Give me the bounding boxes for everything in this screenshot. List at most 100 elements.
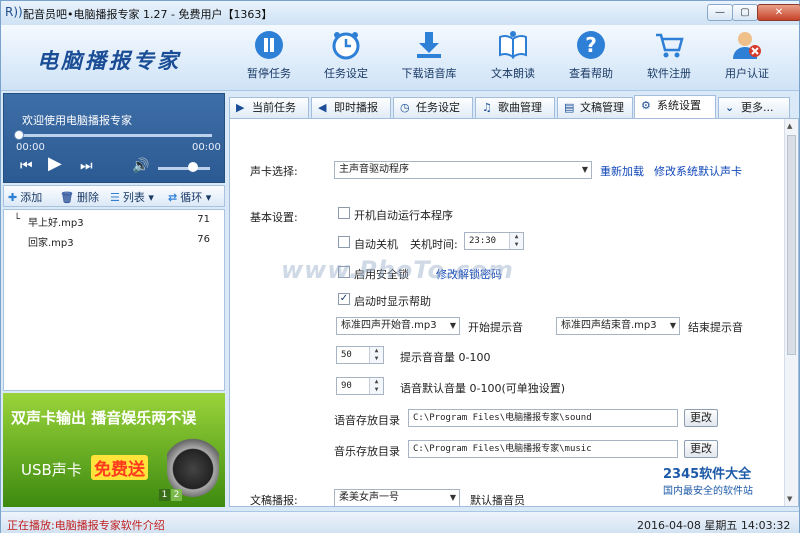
register-button[interactable]: 软件注册 — [637, 29, 701, 87]
show-help-checkbox[interactable]: ✓ — [338, 293, 350, 305]
playlist-toolbar: ✚ 添加 🗑 删除 ☰ 列表 ▾ ⇄ 循环 ▾ — [3, 185, 225, 207]
volume-icon[interactable]: 🔊 — [132, 158, 149, 174]
scrollbar-thumb[interactable] — [787, 135, 796, 355]
chevron-down-icon: ▼ — [449, 493, 456, 502]
music-icon: ♫ — [482, 101, 492, 114]
list-icon: ☰ — [110, 191, 120, 204]
download-voice-button[interactable]: 下载语音库 — [397, 29, 461, 87]
end-sound-label: 结束提示音 — [688, 321, 743, 334]
tab-bar: ▶ 当前任务 ◀ 即时播报 ◷ 任务设定 ♫ 歌曲管理 ▤ 文稿管理 ⚙ 系统设置 ⌄ 更多.… — [227, 95, 799, 119]
status-bar: 正在播放:电脑播报专家软件介绍 2016-04-08 星期五 14:03:32 — [1, 511, 799, 533]
volume-track[interactable] — [158, 167, 210, 170]
volume-spinner[interactable]: ▲ ▼ — [369, 378, 383, 394]
document-icon: ▤ — [564, 101, 575, 114]
play-icon[interactable]: ▶ — [48, 155, 62, 173]
chevron-down-icon: ⌄ — [725, 101, 735, 114]
voice-dir-input[interactable]: C:\Program Files\电脑播报专家\sound — [408, 409, 678, 427]
time-elapsed: 00:00 — [16, 142, 45, 153]
shutdown-time-label: 关机时间: — [410, 238, 458, 251]
playlist-item[interactable]: └ 早上好.mp3 71 — [8, 212, 218, 230]
register-label: 软件注册 — [647, 67, 691, 80]
pause-icon — [255, 31, 283, 59]
ad-headline: 双声卡输出 播音娱乐两不误 — [11, 409, 197, 427]
view-help-label: 查看帮助 — [569, 67, 613, 80]
playlist-item-name: 早上好.mp3 — [28, 218, 84, 229]
tab-current-task[interactable]: ▶ 当前任务 — [229, 97, 309, 119]
modify-default-soundcard-link[interactable]: 修改系统默认声卡 — [654, 163, 742, 179]
tab-task-settings[interactable]: ◷ 任务设定 — [393, 97, 473, 119]
alarm-clock-icon — [332, 32, 360, 60]
user-auth-button[interactable]: 用户认证 — [715, 29, 779, 87]
pause-task-button[interactable]: 暂停任务 — [237, 29, 301, 87]
shutdown-time-input[interactable]: 23:30 ▲ ▼ — [464, 232, 524, 250]
ad-product: USB声卡 — [21, 461, 82, 479]
tab-song-management[interactable]: ♫ 歌曲管理 — [475, 97, 555, 119]
scrollbar[interactable]: ▲ ▼ — [784, 119, 798, 506]
volume-knob[interactable] — [188, 162, 198, 172]
ad-highlight: 免费送 — [91, 455, 148, 480]
cart-icon — [656, 33, 684, 58]
change-music-dir-button[interactable]: 更改 — [684, 440, 718, 458]
window-title: 配音员吧•电脑播报专家 1.27 - 免费用户【1363】 — [23, 8, 273, 21]
pause-task-label: 暂停任务 — [247, 67, 291, 80]
gear-icon: ⚙ — [641, 99, 651, 112]
ad-page-1[interactable]: 1 — [159, 489, 170, 501]
chevron-down-icon: ▼ — [669, 321, 676, 330]
time-total: 00:00 — [192, 142, 221, 153]
close-button[interactable]: ✕ — [757, 4, 800, 21]
autostart-checkbox[interactable] — [338, 207, 350, 219]
maximize-button[interactable]: ▢ — [732, 4, 758, 21]
previous-icon[interactable]: ⏮ — [20, 158, 33, 174]
scroll-up-icon[interactable]: ▲ — [787, 122, 792, 130]
now-playing-text: 正在播放:电脑播报专家软件介绍 — [7, 519, 165, 532]
ad-banner[interactable]: 双声卡输出 播音娱乐两不误 USB声卡 免费送 1 2 — [3, 393, 225, 507]
progress-track[interactable] — [16, 134, 212, 137]
prompt-volume-input[interactable]: 50 ▲ ▼ — [336, 346, 384, 364]
next-icon[interactable]: ⏭ — [80, 158, 93, 174]
datetime-text: 2016-04-08 星期五 14:03:32 — [637, 519, 791, 532]
tab-instant-broadcast[interactable]: ◀ 即时播报 — [311, 97, 391, 119]
chevron-down-icon: ▼ — [449, 321, 456, 330]
reload-link[interactable]: 重新加载 — [600, 163, 644, 179]
ad-page-2[interactable]: 2 — [171, 489, 182, 501]
playlist-item[interactable]: 回家.mp3 76 — [8, 232, 218, 250]
time-spinner[interactable]: ▲ ▼ — [509, 233, 523, 249]
doc-broadcast-label: 文稿播报: — [250, 494, 298, 507]
progress-knob[interactable] — [14, 130, 24, 140]
change-voice-dir-button[interactable]: 更改 — [684, 409, 718, 427]
clock-icon: ◷ — [400, 101, 410, 114]
text-read-button[interactable]: 文本朗读 — [481, 29, 545, 87]
main-toolbar: 电脑播报专家 暂停任务 任务设定 下载语音库 文本朗读 ? 查看帮助 软件注册 … — [1, 25, 799, 91]
soundcard-select[interactable]: 主声音驱动程序 ▼ — [334, 161, 592, 179]
tab-more[interactable]: ⌄ 更多... — [718, 97, 790, 119]
list-button[interactable]: ☰ 列表 ▾ — [110, 189, 154, 205]
left-panel: 欢迎使用电脑播报专家 00:00 00:00 ⏮ ▶ ⏭ 🔊 ✚ 添加 🗑 删除 ☰… — [3, 93, 225, 507]
task-settings-button[interactable]: 任务设定 — [314, 29, 378, 87]
scroll-down-icon[interactable]: ▼ — [787, 495, 792, 503]
add-button[interactable]: ✚ 添加 — [8, 189, 42, 205]
tab-system-settings[interactable]: ⚙ 系统设置 — [634, 95, 716, 119]
doc-voice-select[interactable]: 柔美女声一号 ▼ — [334, 489, 460, 506]
tab-document-management[interactable]: ▤ 文稿管理 — [557, 97, 633, 119]
chevron-down-icon: ▼ — [581, 165, 588, 174]
playlist-item-count: 71 — [197, 214, 210, 225]
svg-text:?: ? — [585, 33, 597, 57]
volume-spinner[interactable]: ▲ ▼ — [369, 347, 383, 363]
start-sound-select[interactable]: 标准四声开始音.mp3 ▼ — [336, 317, 460, 335]
site-watermark: 2345软件大全 国内最安全的软件站 — [663, 467, 753, 497]
end-sound-select[interactable]: 标准四声结束音.mp3 ▼ — [556, 317, 680, 335]
autoshutdown-checkbox[interactable] — [338, 236, 350, 248]
delete-button[interactable]: 🗑 删除 — [60, 189, 99, 205]
show-help-label: 启动时显示帮助 — [354, 295, 431, 308]
voice-volume-input[interactable]: 90 ▲ ▼ — [336, 377, 384, 395]
view-help-button[interactable]: ? 查看帮助 — [559, 29, 623, 87]
user-icon — [733, 32, 761, 59]
music-dir-input[interactable]: C:\Program Files\电脑播报专家\music — [408, 440, 678, 458]
start-sound-label: 开始提示音 — [468, 321, 523, 334]
voice-volume-label: 语音默认音量 0-100(可单独设置) — [400, 382, 566, 395]
app-window: R)) 配音员吧•电脑播报专家 1.27 - 免费用户【1363】 — ▢ ✕ … — [0, 0, 800, 533]
autostart-label: 开机自动运行本程序 — [354, 209, 453, 222]
minimize-button[interactable]: — — [707, 4, 733, 21]
watermark: www.PhoTo.com — [281, 256, 514, 284]
loop-button[interactable]: ⇄ 循环 ▾ — [168, 189, 211, 205]
